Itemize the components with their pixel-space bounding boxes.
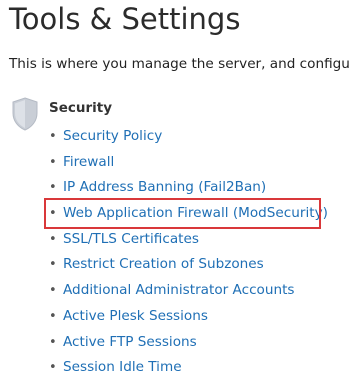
list-item: • Restrict Creation of Subzones bbox=[49, 252, 328, 278]
page-title: Tools & Settings bbox=[9, 2, 241, 36]
section-title-security: Security bbox=[49, 100, 113, 116]
active-ftp-sessions-link[interactable]: Active FTP Sessions bbox=[63, 334, 197, 350]
page-subtitle: This is where you manage the server, and… bbox=[9, 56, 350, 72]
bullet: • bbox=[49, 360, 57, 376]
bullet: • bbox=[49, 129, 57, 144]
bullet: • bbox=[49, 180, 57, 196]
list-item: • Active FTP Sessions bbox=[49, 330, 328, 356]
bullet: • bbox=[49, 283, 57, 299]
bullet: • bbox=[49, 231, 57, 247]
session-idle-time-link[interactable]: Session Idle Time bbox=[63, 359, 182, 375]
active-plesk-sessions-link[interactable]: Active Plesk Sessions bbox=[63, 308, 208, 324]
list-item: • Security Policy bbox=[49, 124, 328, 150]
list-item: • Active Plesk Sessions bbox=[49, 304, 328, 330]
bullet: • bbox=[49, 308, 57, 324]
firewall-link[interactable]: Firewall bbox=[63, 154, 114, 170]
list-item: • Additional Administrator Accounts bbox=[49, 278, 328, 304]
highlight-box bbox=[44, 198, 321, 229]
list-item: • Firewall bbox=[49, 150, 328, 176]
security-policy-link[interactable]: Security Policy bbox=[63, 128, 162, 144]
ip-address-banning-link[interactable]: IP Address Banning (Fail2Ban) bbox=[63, 179, 266, 195]
bullet: • bbox=[49, 154, 57, 170]
shield-icon bbox=[12, 97, 38, 131]
restrict-creation-of-subzones-link[interactable]: Restrict Creation of Subzones bbox=[63, 256, 264, 272]
security-link-list: • Security Policy • Firewall • IP Address B… bbox=[49, 124, 328, 381]
list-item: • SSL/TLS Certificates bbox=[49, 227, 328, 253]
list-item: • Session Idle Time bbox=[49, 355, 328, 381]
bullet: • bbox=[49, 334, 57, 350]
ssl-tls-certificates-link[interactable]: SSL/TLS Certificates bbox=[63, 231, 199, 247]
additional-administrator-accounts-link[interactable]: Additional Administrator Accounts bbox=[63, 282, 295, 298]
bullet: • bbox=[49, 257, 57, 273]
